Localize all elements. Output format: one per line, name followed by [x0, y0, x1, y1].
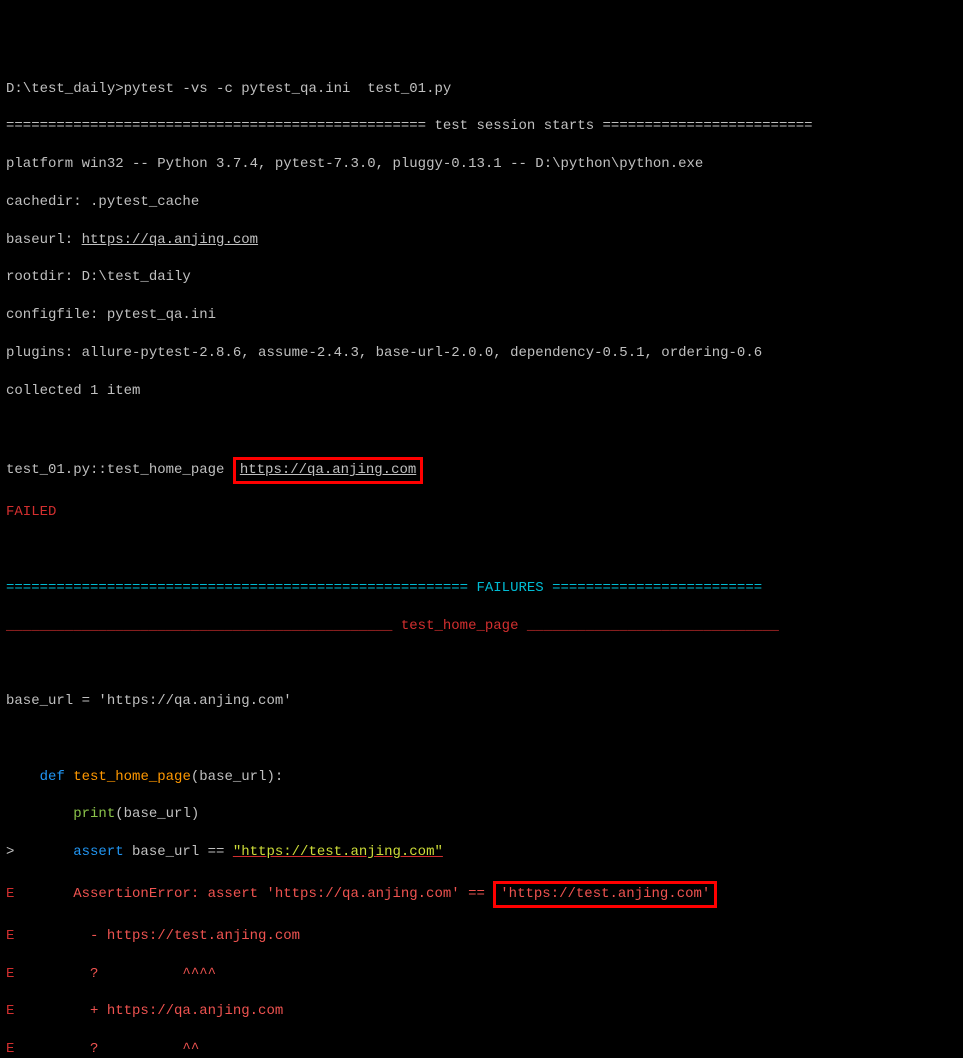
- configfile-line: configfile: pytest_qa.ini: [6, 306, 957, 325]
- expected-url-highlight: 'https://test.anjing.com': [493, 881, 717, 908]
- testname-divider: ________________________________________…: [6, 617, 957, 636]
- base-url-var: base_url = 'https://qa.anjing.com': [6, 692, 957, 711]
- def-keyword: def: [40, 769, 65, 785]
- blank-line: [6, 730, 957, 749]
- blank-line: [6, 541, 957, 560]
- expected-url[interactable]: "https://test.anjing.com": [233, 844, 443, 860]
- command-line: D:\test_daily>pytest -vs -c pytest_qa.in…: [6, 80, 957, 99]
- failures-divider: ========================================…: [6, 579, 957, 598]
- failed-label: FAILED: [6, 503, 957, 522]
- prompt-path: D:\test_daily>: [6, 81, 124, 97]
- failures-testname: test_home_page: [392, 618, 526, 634]
- print-keyword: print: [73, 806, 115, 822]
- collected-line: collected 1 item: [6, 382, 957, 401]
- session-starts-label: test session starts: [426, 118, 602, 134]
- def-line: def test_home_page(base_url):: [6, 768, 957, 787]
- session-divider: ========================================…: [6, 117, 957, 136]
- failures-label: FAILURES: [468, 580, 552, 596]
- plugins-line: plugins: allure-pytest-2.8.6, assume-2.4…: [6, 344, 957, 363]
- func-name: test_home_page: [65, 769, 191, 785]
- command-text: pytest -vs -c pytest_qa.ini test_01.py: [124, 81, 452, 97]
- assertion-error-line: E AssertionError: assert 'https://qa.anj…: [6, 881, 957, 908]
- test-result-line: test_01.py::test_home_page https://qa.an…: [6, 457, 957, 484]
- assert-keyword: assert: [73, 844, 123, 860]
- rootdir-line: rootdir: D:\test_daily: [6, 268, 957, 287]
- platform-line: platform win32 -- Python 3.7.4, pytest-7…: [6, 155, 957, 174]
- print-line: print(base_url): [6, 805, 957, 824]
- assert-line: > assert base_url == "https://test.anjin…: [6, 843, 957, 862]
- baseurl-line: baseurl: https://qa.anjing.com: [6, 231, 957, 250]
- baseurl-link[interactable]: https://qa.anjing.com: [82, 232, 258, 248]
- blank-line: [6, 654, 957, 673]
- diff-q2-line: E ? ^^: [6, 1040, 957, 1058]
- test-url-highlight[interactable]: https://qa.anjing.com: [233, 457, 423, 484]
- cachedir-line: cachedir: .pytest_cache: [6, 193, 957, 212]
- diff-q1-line: E ? ^^^^: [6, 965, 957, 984]
- blank-line: [6, 420, 957, 439]
- diff-plus-line: E + https://qa.anjing.com: [6, 1002, 957, 1021]
- diff-minus-line: E - https://test.anjing.com: [6, 927, 957, 946]
